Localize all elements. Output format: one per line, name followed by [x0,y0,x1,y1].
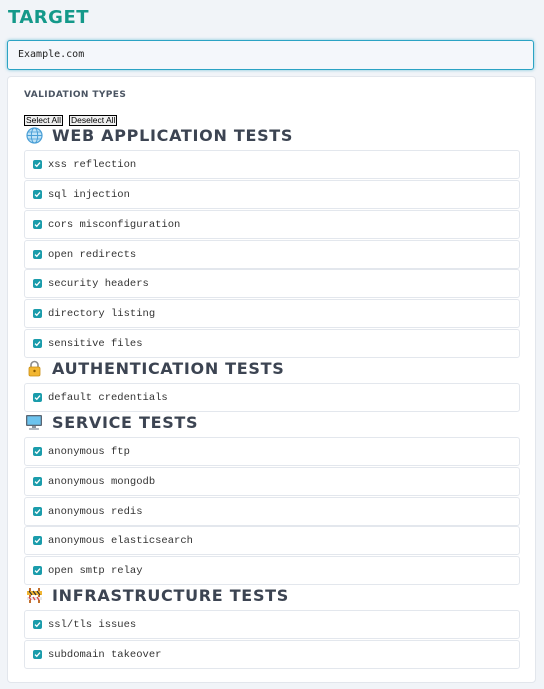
group-title: INFRASTRUCTURE TESTS [52,585,289,605]
check-item-label: anonymous elasticsearch [48,534,193,547]
check-item-default-credentials[interactable]: default credentials [24,383,520,412]
check-item-label: subdomain takeover [48,648,162,661]
target-input[interactable]: Example.com [7,40,534,70]
checkbox-checked[interactable] [33,477,42,486]
checkbox-checked[interactable] [33,507,42,516]
globe-icon [24,126,44,144]
check-item-sql-injection[interactable]: sql injection [24,180,520,209]
check-item-label: anonymous redis [48,505,143,518]
construction-icon [24,586,44,604]
group-heading-web: WEB APPLICATION TESTS [24,125,293,145]
checkbox-checked[interactable] [33,160,42,169]
check-item-sensitive-files[interactable]: sensitive files [24,329,520,358]
group-title: AUTHENTICATION TESTS [52,358,285,378]
checkbox-checked[interactable] [33,279,42,288]
check-item-directory-listing[interactable]: directory listing [24,299,520,328]
checkbox-checked[interactable] [33,250,42,259]
check-item-security-headers[interactable]: security headers [24,269,520,298]
check-item-subdomain-takeover[interactable]: subdomain takeover [24,640,520,669]
check-item-label: sql injection [48,188,130,201]
check-item-open-redirects[interactable]: open redirects [24,240,520,269]
checkbox-checked[interactable] [33,566,42,575]
check-item-label: open smtp relay [48,564,143,577]
group-heading-infrastructure: INFRASTRUCTURE TESTS [24,585,289,605]
checkbox-checked[interactable] [33,190,42,199]
checkbox-checked[interactable] [33,309,42,318]
check-item-anonymous-ftp[interactable]: anonymous ftp [24,437,520,466]
check-item-label: security headers [48,277,149,290]
validation-types-label: VALIDATION TYPES [24,90,127,100]
check-item-label: open redirects [48,248,137,261]
monitor-icon [24,413,44,431]
checkbox-checked[interactable] [33,620,42,629]
checkbox-checked[interactable] [33,536,42,545]
group-title: WEB APPLICATION TESTS [52,125,294,145]
checkbox-checked[interactable] [33,447,42,456]
checkbox-checked[interactable] [33,393,42,402]
checkbox-checked[interactable] [33,650,42,659]
check-item-label: ssl/tls issues [48,618,137,631]
check-item-anonymous-elasticsearch[interactable]: anonymous elasticsearch [24,526,520,555]
group-heading-service: SERVICE TESTS [24,412,198,432]
check-item-label: anonymous ftp [48,445,130,458]
check-item-anonymous-redis[interactable]: anonymous redis [24,497,520,526]
lock-icon [24,359,44,377]
check-item-xss-reflection[interactable]: xss reflection [24,150,520,179]
check-item-label: directory listing [48,307,156,320]
check-item-anonymous-mongodb[interactable]: anonymous mongodb [24,467,520,496]
target-title: TARGET [8,7,90,28]
check-item-cors-misconfiguration[interactable]: cors misconfiguration [24,210,520,239]
checkbox-checked[interactable] [33,220,42,229]
check-item-label: cors misconfiguration [48,218,181,231]
group-title: SERVICE TESTS [52,412,199,432]
validation-panel: VALIDATION TYPES Select All Deselect All… [7,76,536,683]
check-item-open-smtp-relay[interactable]: open smtp relay [24,556,520,585]
check-item-label: xss reflection [48,158,137,171]
check-item-label: default credentials [48,391,168,404]
check-item-label: sensitive files [48,337,143,350]
group-heading-auth: AUTHENTICATION TESTS [24,358,285,378]
check-item-ssl-tls-issues[interactable]: ssl/tls issues [24,610,520,639]
checkbox-checked[interactable] [33,339,42,348]
check-item-label: anonymous mongodb [48,475,156,488]
